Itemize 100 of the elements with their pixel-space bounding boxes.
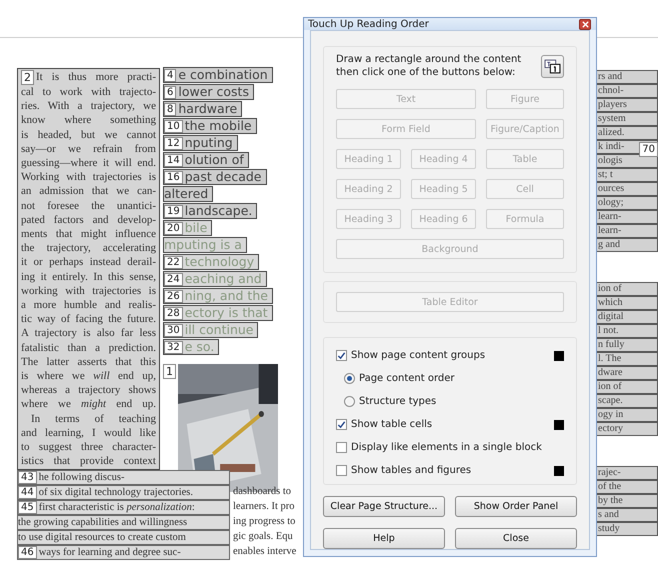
text-fragment: g and (595, 238, 658, 252)
text-line: and learning, I would like (21, 426, 156, 440)
text-fragment: gic goals. Equ (232, 530, 294, 544)
text-line: the trajectory, accelerating (21, 241, 156, 256)
text-fragment: ources (595, 182, 658, 196)
text-line: a more humble and realis- (21, 298, 156, 312)
dialog-button[interactable]: Help (323, 528, 445, 549)
text-line: A trajectory is also far less (21, 326, 156, 341)
order-tag: 16 (164, 170, 183, 184)
instruction-text: Draw a rectangle around the content then click one of the buttons below: (336, 53, 522, 79)
checkbox[interactable] (336, 419, 347, 430)
close-button[interactable] (579, 18, 591, 30)
option-label: Show page content groups (351, 350, 486, 361)
text-fragment: which (595, 296, 658, 310)
order-tag: 45 (18, 501, 37, 514)
text-fragment: rs and (595, 70, 658, 84)
text-line: tic way of facing the future. (21, 312, 156, 326)
text-fragment: chnol- (595, 84, 658, 98)
text-line: say—or we refrain from (21, 142, 156, 156)
color-swatch[interactable] (554, 466, 564, 476)
text-line: ments that might influence (21, 227, 156, 242)
text-fragment: dashboards to (232, 485, 292, 499)
order-tag: 32 (164, 340, 183, 354)
text-line: the growing capabilities and willingness (18, 516, 188, 529)
option-label: Show table cells (351, 419, 434, 430)
checkbox[interactable] (336, 465, 347, 476)
order-button[interactable] (541, 55, 564, 78)
order-tag: 44 (18, 486, 37, 499)
text-fragment: enables interve (232, 545, 298, 559)
text-line: it or perhaps instead derail- (21, 255, 156, 270)
order-tag: 26 (164, 290, 183, 302)
option-label: Structure types (359, 396, 438, 407)
order-tag: 14 (164, 154, 183, 166)
text-line: pated factors and develop- (21, 212, 156, 228)
order-tag: 24 (164, 272, 183, 286)
text-fragment: learn- (595, 210, 658, 224)
color-swatch[interactable] (554, 420, 564, 430)
text-line: to use digital resources to create custom (18, 531, 186, 544)
text-line: is headed, but we cannot (21, 128, 156, 142)
text-fragment: learners. It pro (232, 500, 296, 514)
text-line: Working with trajectories is (21, 170, 156, 184)
text-line: ries. With a trajectory, we (21, 99, 156, 114)
radio-button[interactable] (344, 373, 355, 384)
text-line: istics that provide context (21, 454, 156, 468)
option-label: Display like elements in a single block (351, 442, 543, 453)
text-line: first characteristic is personalization: (38, 501, 195, 514)
dialog-button[interactable]: Show Order Panel (455, 496, 577, 517)
order-tag: 6 (164, 86, 176, 98)
text-fragment: st; t (595, 168, 658, 182)
text-fragment: ologis (595, 154, 658, 168)
order-tag: 30 (164, 324, 183, 336)
order-tag: 12 (164, 136, 183, 150)
text-line: The latter asserts that this (21, 354, 156, 370)
text-fragment: ogy in (595, 408, 658, 422)
text-fragment: ing progress to (232, 515, 296, 529)
text-fragment: n fully (595, 338, 658, 352)
text-line: he following discus- (38, 471, 124, 484)
dialog-button[interactable]: Clear Page Structure... (323, 496, 445, 517)
text-line: guessing—where it will end. (21, 156, 156, 170)
text-line: cal to work with trajecto- (21, 85, 156, 100)
window-title: Touch Up Reading Order (308, 18, 429, 30)
text-line: whereas a trajectory shows (21, 383, 156, 398)
text-line: working with trajectories is (21, 284, 156, 298)
text-fragment: ectory (595, 422, 658, 436)
text-fragment: study (595, 522, 658, 536)
order-tag: 46 (18, 546, 37, 559)
checkbox[interactable] (336, 442, 347, 453)
text-line: is where we will end up, (21, 369, 156, 384)
text-fragment: rajec- (595, 466, 658, 480)
text-fragment: system (595, 112, 658, 126)
order-tag: 1 (163, 364, 176, 379)
text-line: In terms of teaching (31, 412, 156, 426)
text-line: ways for learning and degree suc- (38, 546, 181, 559)
text-fragment: by the (595, 494, 658, 508)
order-tag: 28 (164, 306, 183, 320)
radio-button[interactable] (344, 396, 355, 407)
text-line: where we might end up. (21, 397, 156, 412)
text-line: not foresee the unantici- (21, 198, 156, 213)
text-line: It is thus more practi- (36, 70, 156, 85)
text-fragment: scape. (595, 394, 658, 408)
order-tag: 70 (639, 142, 658, 157)
text-fragment: digital (595, 310, 658, 324)
text-fragment: alized. (595, 126, 658, 140)
text-fragment: players (595, 98, 658, 112)
text-line: to suggest three character- (21, 440, 156, 454)
text-fragment: dware (595, 366, 658, 380)
text-fragment: ology; (595, 196, 658, 210)
text-fragment: l. The (595, 352, 658, 366)
text-fragment: of the (595, 480, 658, 494)
text-line: an admission that we can- (21, 184, 156, 199)
reading-order-icon (544, 59, 561, 74)
text-line: of six digital technology trajectories. (38, 486, 193, 499)
text-line: know where something (21, 113, 156, 128)
order-tag: 4 (164, 68, 176, 82)
option-label: Show tables and figures (351, 465, 472, 476)
checkbox[interactable] (336, 350, 347, 361)
text-fragment: l not. (595, 324, 658, 338)
color-swatch[interactable] (554, 350, 564, 360)
order-tag: 10 (164, 120, 183, 132)
dialog-button[interactable]: Close (455, 528, 577, 549)
